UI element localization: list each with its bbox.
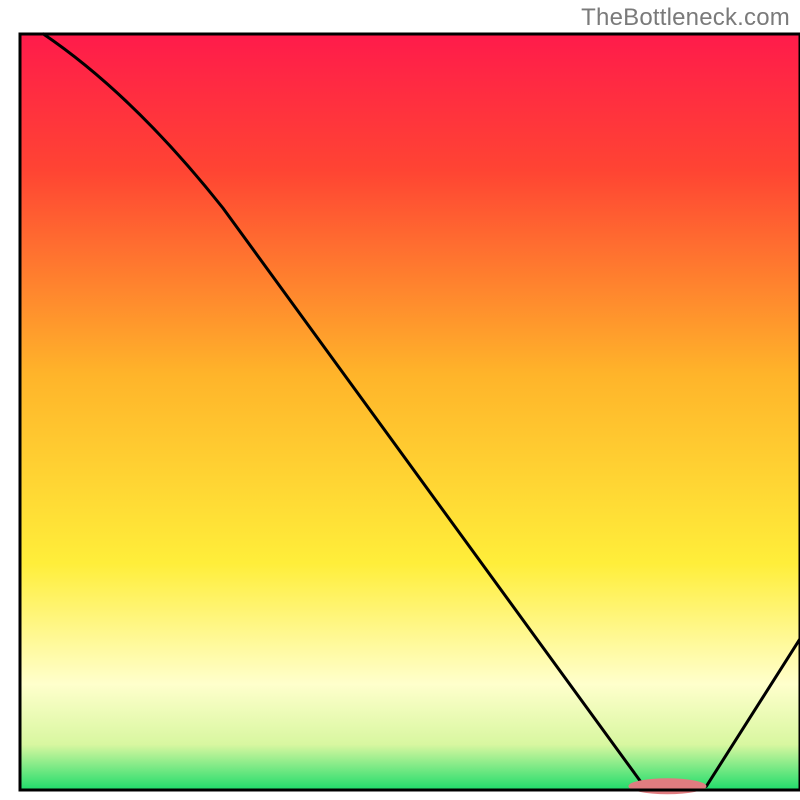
plot-background — [20, 34, 800, 790]
optimal-marker — [628, 778, 706, 794]
chart-container: TheBottleneck.com — [0, 0, 800, 800]
chart-svg — [0, 0, 800, 800]
